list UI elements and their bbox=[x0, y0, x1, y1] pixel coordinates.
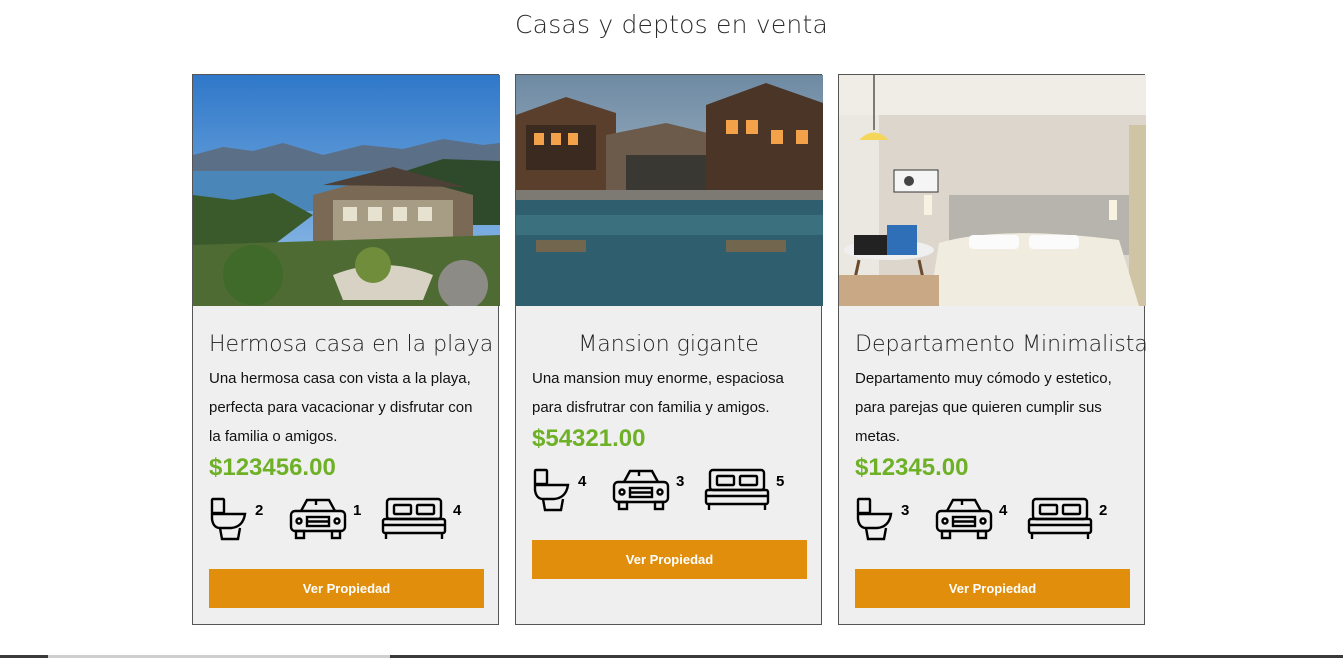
listing-card: Departamento Minimalista Departamento mu… bbox=[838, 74, 1148, 625]
toilet-icon bbox=[532, 468, 572, 512]
car-icon bbox=[935, 497, 993, 541]
bedroom-feature: 4 bbox=[381, 497, 471, 541]
listing-title: Departamento Minimalista bbox=[855, 332, 1148, 357]
parking-feature: 4 bbox=[935, 497, 1027, 541]
listing-card: Mansion gigante Una mansion muy enorme, … bbox=[515, 74, 823, 625]
bathroom-feature: 4 bbox=[532, 468, 612, 512]
view-property-button[interactable]: Ver Propiedad bbox=[855, 569, 1130, 608]
bedroom-feature: 5 bbox=[704, 468, 794, 512]
bed-icon bbox=[381, 497, 447, 541]
view-property-button[interactable]: Ver Propiedad bbox=[209, 569, 484, 608]
bathroom-count: 2 bbox=[255, 502, 264, 519]
parking-count: 1 bbox=[353, 502, 362, 519]
bedroom-count: 2 bbox=[1099, 502, 1108, 519]
parking-count: 4 bbox=[999, 502, 1008, 519]
bathroom-feature: 2 bbox=[209, 497, 289, 541]
listing-title: Hermosa casa en la playa bbox=[209, 332, 494, 357]
listing-features: 3 4 2 bbox=[855, 497, 1128, 547]
bedroom-count: 4 bbox=[453, 502, 462, 519]
listing-title: Mansion gigante bbox=[578, 332, 759, 357]
listing-price: $54321.00 bbox=[532, 425, 646, 452]
listing-photo-beach-house bbox=[193, 75, 500, 306]
listing-card: Hermosa casa en la playa Una hermosa cas… bbox=[192, 74, 500, 625]
bedroom-feature: 2 bbox=[1027, 497, 1117, 541]
bathroom-count: 3 bbox=[901, 502, 910, 519]
listing-photo-apartment bbox=[839, 75, 1146, 306]
listings-grid: Hermosa casa en la playa Una hermosa cas… bbox=[192, 74, 1148, 625]
bedroom-count: 5 bbox=[776, 473, 785, 490]
listing-features: 2 1 4 bbox=[209, 497, 482, 547]
car-icon bbox=[289, 497, 347, 541]
bed-icon bbox=[1027, 497, 1093, 541]
bathroom-feature: 3 bbox=[855, 497, 935, 541]
view-property-button[interactable]: Ver Propiedad bbox=[532, 540, 807, 579]
toilet-icon bbox=[855, 497, 895, 541]
parking-feature: 3 bbox=[612, 468, 704, 512]
bathroom-count: 4 bbox=[578, 473, 587, 490]
listing-description: Una mansion muy enorme, espaciosa para d… bbox=[532, 370, 784, 416]
bed-icon bbox=[704, 468, 770, 512]
listing-price: $123456.00 bbox=[209, 454, 336, 481]
listing-photo-mansion bbox=[516, 75, 823, 306]
listing-description: Una hermosa casa con vista a la playa, p… bbox=[209, 370, 473, 445]
parking-count: 3 bbox=[676, 473, 685, 490]
listing-description: Departamento muy cómodo y estetico, para… bbox=[855, 370, 1112, 445]
car-icon bbox=[612, 468, 670, 512]
parking-feature: 1 bbox=[289, 497, 381, 541]
section-title: Casas y deptos en venta bbox=[515, 10, 828, 39]
listing-price: $12345.00 bbox=[855, 454, 969, 481]
toilet-icon bbox=[209, 497, 249, 541]
listing-features: 4 3 5 bbox=[532, 468, 805, 518]
